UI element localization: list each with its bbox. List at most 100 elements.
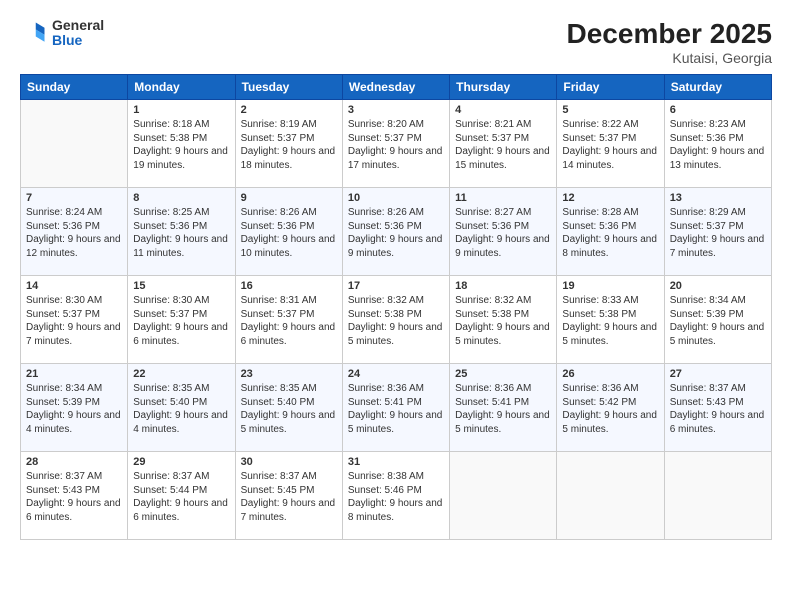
day-number: 24 [348, 368, 444, 380]
calendar-cell: 23Sunrise: 8:35 AMSunset: 5:40 PMDayligh… [235, 364, 342, 452]
day-number: 13 [670, 192, 766, 204]
calendar-cell: 11Sunrise: 8:27 AMSunset: 5:36 PMDayligh… [450, 188, 557, 276]
day-info: Sunrise: 8:21 AMSunset: 5:37 PMDaylight:… [455, 118, 551, 172]
day-info: Sunrise: 8:20 AMSunset: 5:37 PMDaylight:… [348, 118, 444, 172]
header: General Blue December 2025 Kutaisi, Geor… [20, 18, 772, 66]
day-info: Sunrise: 8:27 AMSunset: 5:36 PMDaylight:… [455, 206, 551, 260]
calendar-cell: 19 Sunrise: 8:33 AMSunset: 5:38 PMDayligh… [557, 276, 664, 364]
day-info: Sunrise: 8:30 AMSunset: 5:37 PMDaylight:… [133, 294, 229, 348]
calendar-cell: 3 Sunrise: 8:20 AMSunset: 5:37 PMDaylight… [342, 100, 449, 188]
title-block: December 2025 Kutaisi, Georgia [567, 18, 772, 66]
calendar-cell: 25 Sunrise: 8:36 AMSunset: 5:41 PMDayligh… [450, 364, 557, 452]
calendar-cell: 18 Sunrise: 8:32 AMSunset: 5:38 PMDayligh… [450, 276, 557, 364]
calendar-cell: 22 Sunrise: 8:35 AMSunset: 5:40 PMDayligh… [128, 364, 235, 452]
calendar-cell: 2Sunrise: 8:19 AMSunset: 5:37 PMDaylight… [235, 100, 342, 188]
calendar-week-row: 14 Sunrise: 8:30 AMSunset: 5:37 PMDayligh… [21, 276, 772, 364]
subtitle: Kutaisi, Georgia [567, 50, 772, 66]
calendar-cell: 15 Sunrise: 8:30 AMSunset: 5:37 PMDayligh… [128, 276, 235, 364]
day-number: 31 [348, 456, 444, 468]
calendar-cell: 1 Sunrise: 8:18 AMSunset: 5:38 PMDaylight… [128, 100, 235, 188]
day-info: Sunrise: 8:38 AMSunset: 5:46 PMDaylight:… [348, 470, 444, 524]
day-number: 15 [133, 280, 229, 292]
day-number: 5 [562, 104, 658, 116]
day-number: 12 [562, 192, 658, 204]
day-number: 25 [455, 368, 551, 380]
day-number: 28 [26, 456, 122, 468]
calendar-header-row: SundayMondayTuesdayWednesdayThursdayFrid… [21, 75, 772, 100]
calendar-cell: 27Sunrise: 8:37 AMSunset: 5:43 PMDayligh… [664, 364, 771, 452]
day-number: 8 [133, 192, 229, 204]
day-info: Sunrise: 8:36 AMSunset: 5:41 PMDaylight:… [455, 382, 551, 436]
day-info: Sunrise: 8:26 AMSunset: 5:36 PMDaylight:… [348, 206, 444, 260]
day-info: Sunrise: 8:35 AMSunset: 5:40 PMDaylight:… [241, 382, 337, 436]
day-info: Sunrise: 8:31 AMSunset: 5:37 PMDaylight:… [241, 294, 337, 348]
calendar-week-row: 28 Sunrise: 8:37 AMSunset: 5:43 PMDayligh… [21, 452, 772, 540]
day-number: 21 [26, 368, 122, 380]
calendar-cell: 4 Sunrise: 8:21 AMSunset: 5:37 PMDaylight… [450, 100, 557, 188]
calendar-header-thursday: Thursday [450, 75, 557, 100]
day-info: Sunrise: 8:30 AMSunset: 5:37 PMDaylight:… [26, 294, 122, 348]
calendar-cell: 8 Sunrise: 8:25 AMSunset: 5:36 PMDaylight… [128, 188, 235, 276]
day-info: Sunrise: 8:29 AMSunset: 5:37 PMDaylight:… [670, 206, 766, 260]
day-info: Sunrise: 8:32 AMSunset: 5:38 PMDaylight:… [348, 294, 444, 348]
calendar-cell: 17Sunrise: 8:32 AMSunset: 5:38 PMDayligh… [342, 276, 449, 364]
calendar-cell: 28 Sunrise: 8:37 AMSunset: 5:43 PMDayligh… [21, 452, 128, 540]
day-number: 30 [241, 456, 337, 468]
calendar-cell: 13 Sunrise: 8:29 AMSunset: 5:37 PMDayligh… [664, 188, 771, 276]
day-info: Sunrise: 8:37 AMSunset: 5:43 PMDaylight:… [26, 470, 122, 524]
calendar-cell: 9Sunrise: 8:26 AMSunset: 5:36 PMDaylight… [235, 188, 342, 276]
calendar-cell [450, 452, 557, 540]
logo-general: General [52, 18, 104, 33]
calendar-week-row: 7 Sunrise: 8:24 AMSunset: 5:36 PMDaylight… [21, 188, 772, 276]
calendar-cell: 30Sunrise: 8:37 AMSunset: 5:45 PMDayligh… [235, 452, 342, 540]
day-info: Sunrise: 8:32 AMSunset: 5:38 PMDaylight:… [455, 294, 551, 348]
day-number: 29 [133, 456, 229, 468]
day-info: Sunrise: 8:18 AMSunset: 5:38 PMDaylight:… [133, 118, 229, 172]
day-info: Sunrise: 8:28 AMSunset: 5:36 PMDaylight:… [562, 206, 658, 260]
day-number: 19 [562, 280, 658, 292]
day-number: 10 [348, 192, 444, 204]
day-info: Sunrise: 8:36 AMSunset: 5:42 PMDaylight:… [562, 382, 658, 436]
logo-icon [20, 19, 48, 47]
day-info: Sunrise: 8:34 AMSunset: 5:39 PMDaylight:… [670, 294, 766, 348]
calendar-cell: 24 Sunrise: 8:36 AMSunset: 5:41 PMDayligh… [342, 364, 449, 452]
calendar-cell: 14 Sunrise: 8:30 AMSunset: 5:37 PMDayligh… [21, 276, 128, 364]
calendar-cell [664, 452, 771, 540]
day-info: Sunrise: 8:37 AMSunset: 5:44 PMDaylight:… [133, 470, 229, 524]
day-number: 4 [455, 104, 551, 116]
day-info: Sunrise: 8:34 AMSunset: 5:39 PMDaylight:… [26, 382, 122, 436]
calendar-cell [21, 100, 128, 188]
day-number: 2 [241, 104, 337, 116]
calendar-cell: 21 Sunrise: 8:34 AMSunset: 5:39 PMDayligh… [21, 364, 128, 452]
calendar-cell [557, 452, 664, 540]
day-info: Sunrise: 8:33 AMSunset: 5:38 PMDaylight:… [562, 294, 658, 348]
day-number: 1 [133, 104, 229, 116]
day-number: 18 [455, 280, 551, 292]
calendar-cell: 6Sunrise: 8:23 AMSunset: 5:36 PMDaylight… [664, 100, 771, 188]
day-info: Sunrise: 8:24 AMSunset: 5:36 PMDaylight:… [26, 206, 122, 260]
calendar-cell: 26 Sunrise: 8:36 AMSunset: 5:42 PMDayligh… [557, 364, 664, 452]
day-info: Sunrise: 8:35 AMSunset: 5:40 PMDaylight:… [133, 382, 229, 436]
day-info: Sunrise: 8:25 AMSunset: 5:36 PMDaylight:… [133, 206, 229, 260]
calendar-header-saturday: Saturday [664, 75, 771, 100]
day-info: Sunrise: 8:36 AMSunset: 5:41 PMDaylight:… [348, 382, 444, 436]
calendar-cell: 20 Sunrise: 8:34 AMSunset: 5:39 PMDayligh… [664, 276, 771, 364]
calendar-header-friday: Friday [557, 75, 664, 100]
calendar-cell: 10 Sunrise: 8:26 AMSunset: 5:36 PMDayligh… [342, 188, 449, 276]
calendar-header-monday: Monday [128, 75, 235, 100]
calendar-cell: 5 Sunrise: 8:22 AMSunset: 5:37 PMDaylight… [557, 100, 664, 188]
day-number: 3 [348, 104, 444, 116]
calendar-cell: 7 Sunrise: 8:24 AMSunset: 5:36 PMDaylight… [21, 188, 128, 276]
logo-text: General Blue [52, 18, 104, 49]
logo-blue: Blue [52, 33, 104, 48]
day-info: Sunrise: 8:22 AMSunset: 5:37 PMDaylight:… [562, 118, 658, 172]
day-number: 26 [562, 368, 658, 380]
day-number: 7 [26, 192, 122, 204]
day-number: 20 [670, 280, 766, 292]
calendar-week-row: 1 Sunrise: 8:18 AMSunset: 5:38 PMDaylight… [21, 100, 772, 188]
day-number: 22 [133, 368, 229, 380]
calendar-table: SundayMondayTuesdayWednesdayThursdayFrid… [20, 74, 772, 540]
calendar-header-wednesday: Wednesday [342, 75, 449, 100]
calendar-cell: 31 Sunrise: 8:38 AMSunset: 5:46 PMDayligh… [342, 452, 449, 540]
day-number: 14 [26, 280, 122, 292]
